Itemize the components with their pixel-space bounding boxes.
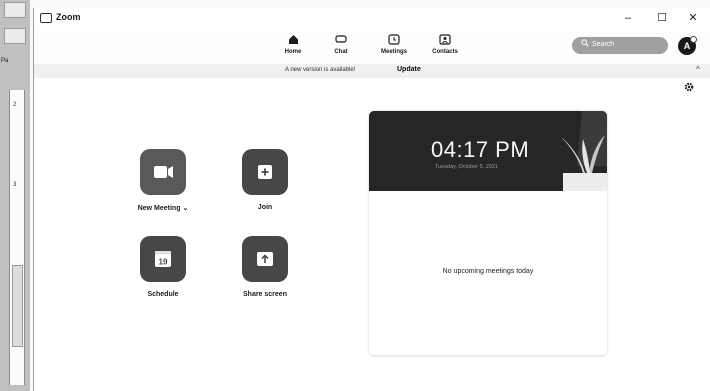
background-app-button[interactable] bbox=[4, 28, 26, 44]
title-bar: Zoom – ☐ ✕ bbox=[34, 8, 710, 30]
upcoming-meetings-card: 04:17 PM Tuesday, October 5, 2021 No upc… bbox=[368, 110, 608, 356]
zoom-window: Zoom – ☐ ✕ Home Chat Meetings Contacts S… bbox=[33, 8, 710, 391]
window-title: Zoom bbox=[56, 12, 81, 22]
chat-icon bbox=[316, 34, 366, 47]
ruler-mark: 3 bbox=[13, 182, 17, 188]
share-screen-button[interactable] bbox=[242, 236, 288, 282]
tab-label: Meetings bbox=[380, 49, 407, 55]
main-toolbar: Home Chat Meetings Contacts Search A bbox=[34, 30, 710, 65]
meetings-clock-icon bbox=[369, 34, 419, 47]
background-ruler: 2 3 bbox=[9, 90, 25, 385]
share-screen-action[interactable]: Share screen bbox=[230, 236, 300, 298]
search-box[interactable]: Search bbox=[572, 37, 668, 54]
calendar-icon: 19 bbox=[155, 251, 171, 267]
banner-collapse-button[interactable]: ^ bbox=[696, 65, 700, 74]
tab-meetings[interactable]: Meetings bbox=[369, 34, 419, 55]
tab-label: Contacts bbox=[432, 49, 458, 55]
maximize-button[interactable]: ☐ bbox=[651, 10, 673, 26]
status-indicator bbox=[690, 36, 697, 43]
schedule-label: Schedule bbox=[147, 291, 179, 298]
chevron-down-icon[interactable]: ⌄ bbox=[182, 205, 188, 212]
tab-label: Home bbox=[284, 49, 302, 55]
search-icon bbox=[581, 39, 589, 49]
current-date: Tuesday, October 5, 2021 bbox=[435, 164, 498, 170]
background-app-button[interactable] bbox=[4, 2, 26, 18]
join-button[interactable] bbox=[242, 149, 288, 195]
schedule-button[interactable]: 19 bbox=[140, 236, 186, 282]
schedule-action[interactable]: 19 Schedule bbox=[128, 236, 198, 298]
minimize-button[interactable]: – bbox=[617, 10, 639, 26]
home-icon bbox=[268, 34, 318, 47]
background-app-label: Pa bbox=[1, 58, 9, 64]
update-banner: A new version is available! Update ^ bbox=[34, 64, 710, 78]
new-meeting-action[interactable]: New Meeting ⌄ bbox=[128, 149, 198, 212]
tab-home[interactable]: Home bbox=[268, 34, 318, 55]
background-app-strip: Pa 2 3 bbox=[0, 0, 30, 391]
tab-contacts[interactable]: Contacts bbox=[420, 34, 470, 55]
close-button[interactable]: ✕ bbox=[682, 10, 704, 26]
tab-chat[interactable]: Chat bbox=[316, 34, 366, 55]
ruler-mark: 2 bbox=[13, 102, 17, 108]
share-screen-label: Share screen bbox=[243, 291, 287, 298]
contacts-icon bbox=[420, 34, 470, 47]
join-action[interactable]: Join bbox=[230, 149, 300, 211]
new-meeting-label: New Meeting bbox=[137, 205, 181, 212]
clock-header: 04:17 PM Tuesday, October 5, 2021 bbox=[369, 111, 607, 191]
zoom-app-icon bbox=[40, 13, 52, 23]
current-time: 04:17 PM bbox=[431, 137, 530, 162]
no-meetings-message: No upcoming meetings today bbox=[442, 268, 534, 275]
share-screen-icon bbox=[257, 252, 273, 266]
update-link[interactable]: Update bbox=[397, 66, 421, 73]
video-camera-icon bbox=[154, 166, 173, 178]
search-input-placeholder[interactable]: Search bbox=[592, 41, 614, 48]
settings-gear-icon[interactable] bbox=[684, 82, 694, 92]
new-meeting-button[interactable] bbox=[140, 149, 186, 195]
plus-icon bbox=[258, 165, 272, 179]
update-message: A new version is available! bbox=[285, 67, 356, 73]
calendar-day: 19 bbox=[159, 258, 168, 267]
tab-label: Chat bbox=[334, 49, 348, 55]
join-label: Join bbox=[257, 204, 273, 211]
background-scroll-thumb[interactable] bbox=[12, 265, 23, 347]
plant-illustration bbox=[561, 111, 607, 191]
